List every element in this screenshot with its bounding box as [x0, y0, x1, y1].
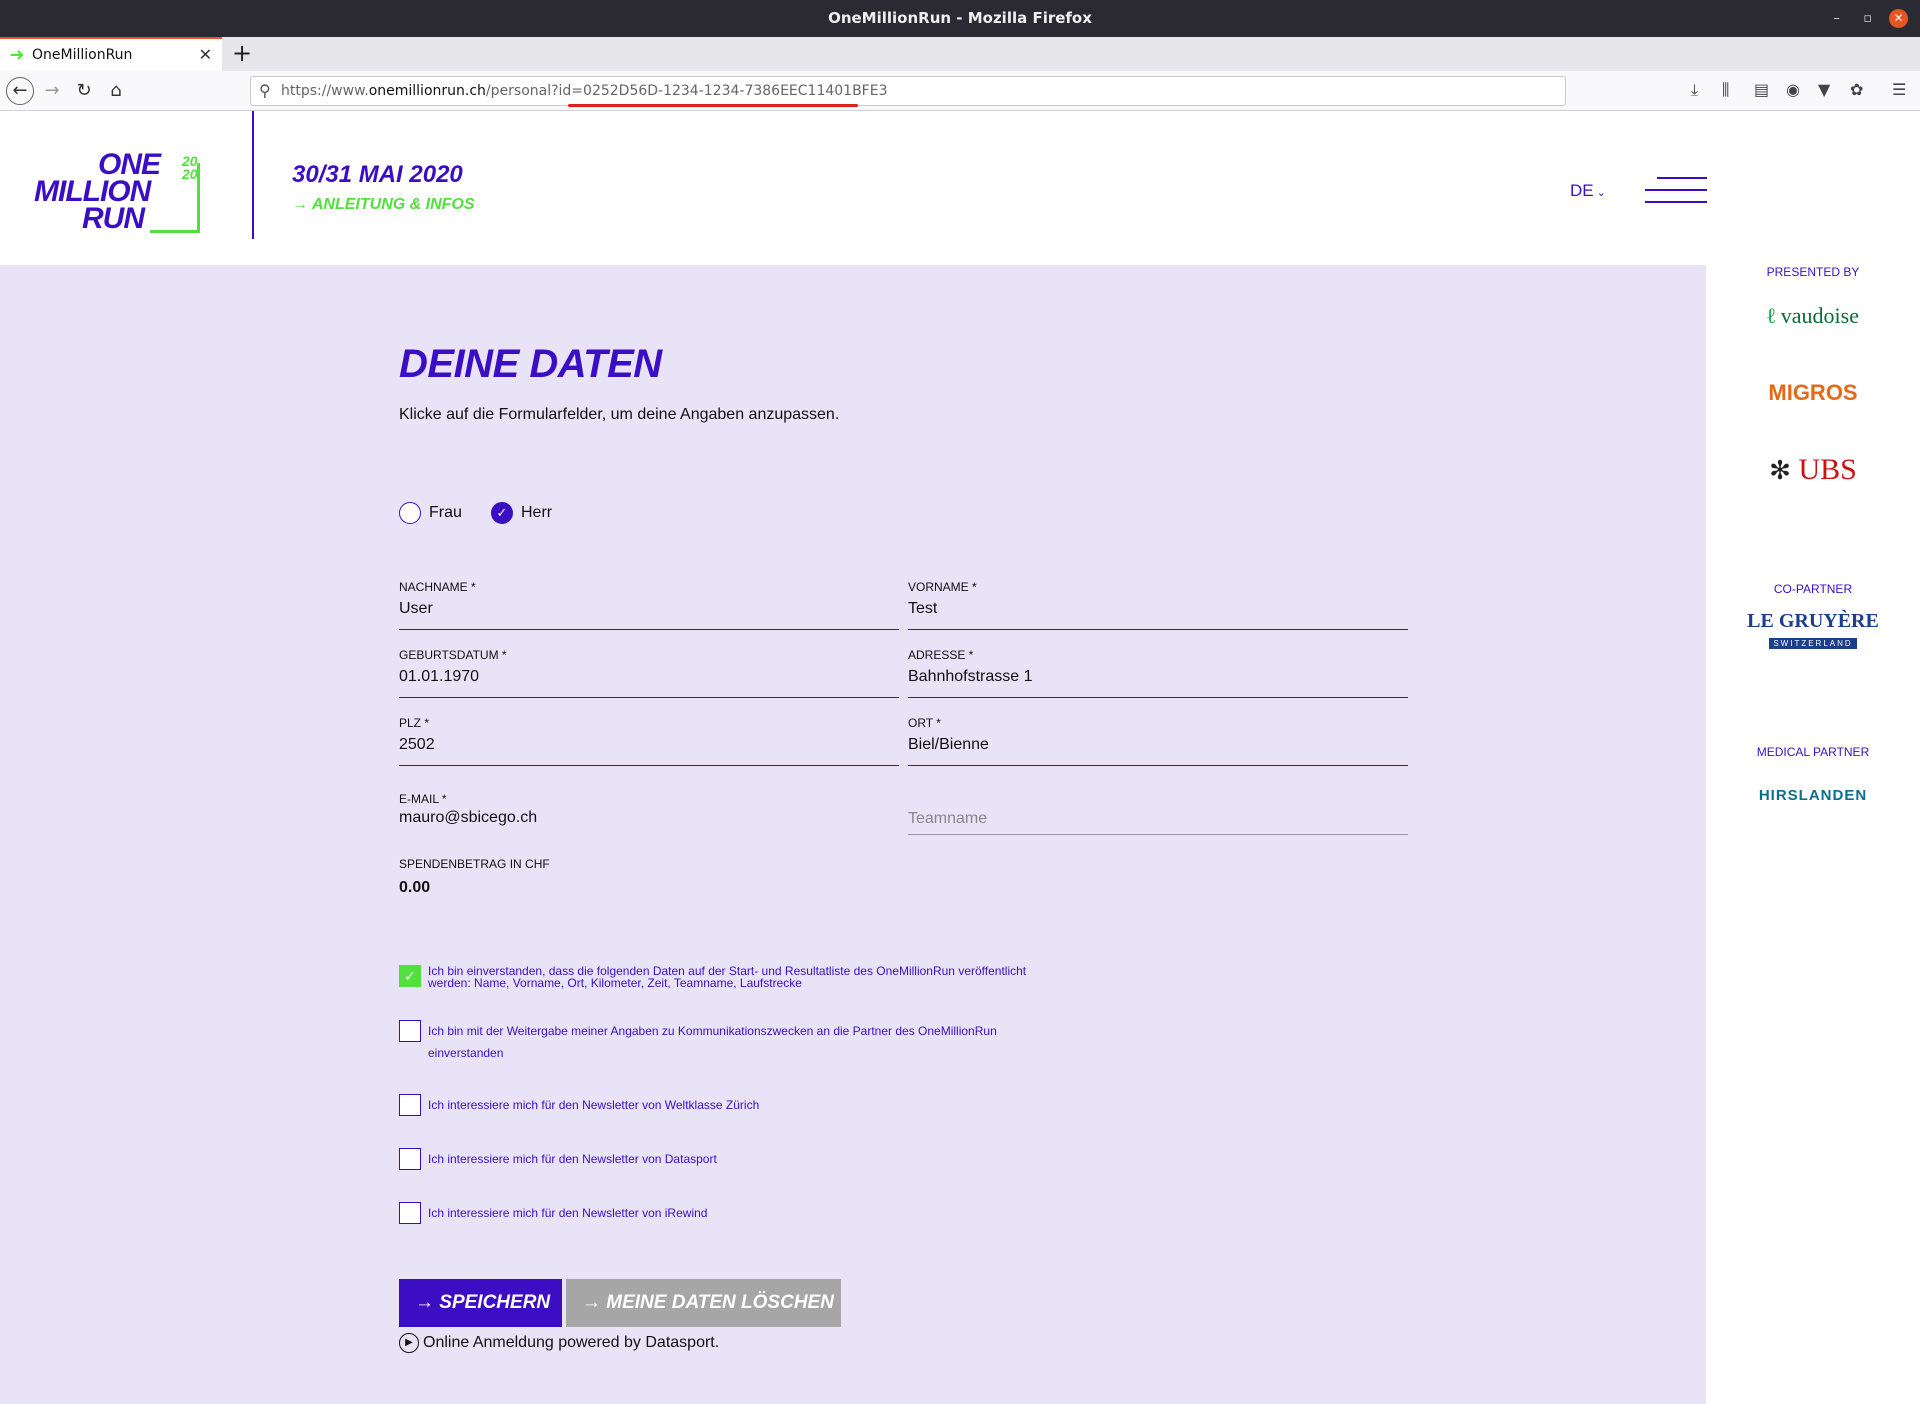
nachname-field[interactable]: NACHNAME * User [399, 580, 899, 630]
header-divider [252, 111, 254, 239]
delete-data-button[interactable]: → MEINE DATEN LÖSCHEN [566, 1279, 841, 1327]
instructions-link[interactable]: → ANLEITUNG & INFOS [292, 196, 475, 214]
arrow-right-icon: → [292, 196, 312, 213]
powered-by-text: ▶ Online Anmeldung powered by Datasport. [399, 1333, 719, 1353]
close-window-icon[interactable]: ✕ [1889, 9, 1908, 28]
new-tab-icon[interactable]: + [232, 39, 252, 67]
adresse-value: Bahnhofstrasse 1 [908, 668, 1033, 685]
medical-partner-label: MEDICAL PARTNER [1756, 745, 1870, 759]
nachname-label: NACHNAME * [399, 580, 476, 594]
consent-partners-label: Ich bin mit der Weitergabe meiner Angabe… [428, 1024, 997, 1060]
ubs-logo[interactable]: ✻ UBS [1706, 453, 1920, 487]
geburtsdatum-field[interactable]: GEBURTSDATUM * 01.01.1970 [399, 648, 899, 698]
teamname-field[interactable]: Teamname [908, 784, 1408, 835]
hamburger-menu-icon[interactable] [1645, 177, 1707, 207]
ort-value: Biel/Bienne [908, 736, 989, 753]
chevron-down-icon: ⌄ [1593, 187, 1606, 199]
radio-frau-label: Frau [429, 504, 462, 521]
teamname-placeholder: Teamname [908, 810, 988, 827]
arrow-right-icon: → [582, 1292, 607, 1313]
favicon-icon [11, 50, 24, 60]
minimize-icon[interactable]: – [1834, 0, 1841, 37]
onemillionrun-logo[interactable]: ONE MILLION RUN 20 20 [30, 150, 210, 241]
co-partner-label: CO-PARTNER [1773, 582, 1853, 596]
site-header: ONE MILLION RUN 20 20 30/31 MAI 2020 → AN… [0, 111, 1707, 265]
checkmark-icon: ✓ [491, 502, 513, 524]
donation-label: SPENDENBETRAG IN CHF [399, 857, 550, 871]
language-selector[interactable]: DE ⌄ [1570, 181, 1606, 201]
extension-icon[interactable]: ✿ [1850, 80, 1863, 99]
email-value: mauro@sbicego.ch [399, 809, 538, 826]
newsletter-irewind-label: Ich interessiere mich für den Newsletter… [428, 1206, 708, 1220]
tab-title: OneMillionRun [32, 47, 133, 63]
email-label: E-MAIL * [399, 792, 447, 806]
page-subtitle: Klicke auf die Formularfelder, um deine … [399, 406, 840, 423]
vorname-label: VORNAME * [908, 580, 977, 594]
geburtsdatum-label: GEBURTSDATUM * [399, 648, 507, 662]
plz-value: 2502 [399, 736, 435, 753]
browser-tab[interactable]: OneMillionRun ✕ [0, 37, 222, 71]
hirslanden-logo[interactable]: HIRSLANDEN [1706, 787, 1920, 804]
forward-icon[interactable]: → [40, 79, 64, 103]
checkbox-checked-icon: ✓ [399, 965, 421, 987]
arrow-right-icon: → [415, 1292, 440, 1313]
download-icon[interactable]: ⤓ [1691, 80, 1698, 100]
newsletter-weltklasse-label: Ich interessiere mich für den Newsletter… [428, 1098, 760, 1112]
radio-unchecked-icon [399, 502, 421, 524]
search-icon: ⚲ [259, 83, 271, 100]
play-icon: ▶ [399, 1333, 419, 1353]
save-button[interactable]: → SPEICHERN [399, 1279, 562, 1327]
sidebar-icon[interactable]: ▤ [1754, 80, 1769, 99]
navigation-bar: ← → ↻ ⌂ ⚲ https://www.onemillionrun.ch/p… [0, 71, 1920, 111]
menu-icon[interactable]: ☰ [1892, 80, 1906, 99]
consent-publish-label: Ich bin einverstanden, dass die folgende… [428, 964, 1027, 990]
checkbox-unchecked-icon [399, 1148, 421, 1170]
library-icon[interactable]: ⫼ [1722, 80, 1729, 100]
back-icon[interactable]: ← [6, 77, 34, 105]
tab-bar: OneMillionRun ✕ + [0, 37, 1920, 71]
plz-field[interactable]: PLZ * 2502 [399, 716, 899, 766]
email-field: E-MAIL * mauro@sbicego.ch [399, 792, 899, 842]
maximize-icon[interactable]: ▫ [1863, 0, 1872, 37]
sponsors-sidebar: PRESENTED BY ℓ vaudoise MIGROS ✻ UBS CO-… [1706, 265, 1920, 1404]
newsletter-datasport-label: Ich interessiere mich für den Newsletter… [428, 1152, 717, 1166]
donation-value: 0.00 [399, 879, 431, 896]
main-content: DEINE DATEN Klicke auf die Formularfelde… [0, 265, 1706, 1404]
nachname-value: User [399, 600, 433, 617]
page-title: DEINE DATEN [399, 342, 662, 386]
checkbox-unchecked-icon [399, 1094, 421, 1116]
url-bar[interactable]: ⚲ https://www.onemillionrun.ch/personal?… [250, 76, 1566, 106]
window-title: OneMillionRun - Mozilla Firefox [828, 9, 1092, 27]
window-titlebar: OneMillionRun - Mozilla Firefox – ▫ ✕ [0, 0, 1920, 37]
account-icon[interactable]: ◉ [1786, 80, 1800, 99]
radio-herr-label: Herr [521, 504, 553, 521]
vorname-field[interactable]: VORNAME * Test [908, 580, 1408, 630]
logo-year: 20 20 [182, 153, 198, 182]
checkbox-unchecked-icon [399, 1202, 421, 1224]
ort-field[interactable]: ORT * Biel/Bienne [908, 716, 1408, 766]
url-text: https://www.onemillionrun.ch/personal?id… [281, 83, 888, 99]
tab-close-icon[interactable]: ✕ [199, 45, 212, 65]
presented-by-label: PRESENTED BY [1766, 265, 1860, 279]
url-highlight-underline [568, 104, 858, 107]
reload-icon[interactable]: ↻ [72, 79, 96, 103]
plz-label: PLZ * [399, 716, 430, 730]
event-date: 30/31 MAI 2020 [292, 161, 463, 188]
vorname-value: Test [908, 600, 938, 617]
le-gruyere-logo[interactable]: LE GRUYÈRE SWITZERLAND [1706, 610, 1920, 651]
adresse-label: ADRESSE * [908, 648, 974, 662]
ort-label: ORT * [908, 716, 941, 730]
vaudoise-logo[interactable]: ℓ vaudoise [1706, 303, 1920, 329]
migros-logo[interactable]: MIGROS [1706, 380, 1920, 406]
adresse-field[interactable]: ADRESSE * Bahnhofstrasse 1 [908, 648, 1408, 698]
pocket-icon[interactable]: ▼ [1818, 80, 1830, 99]
checkbox-unchecked-icon [399, 1020, 421, 1042]
geburtsdatum-value: 01.01.1970 [399, 668, 480, 685]
home-icon[interactable]: ⌂ [104, 79, 128, 103]
